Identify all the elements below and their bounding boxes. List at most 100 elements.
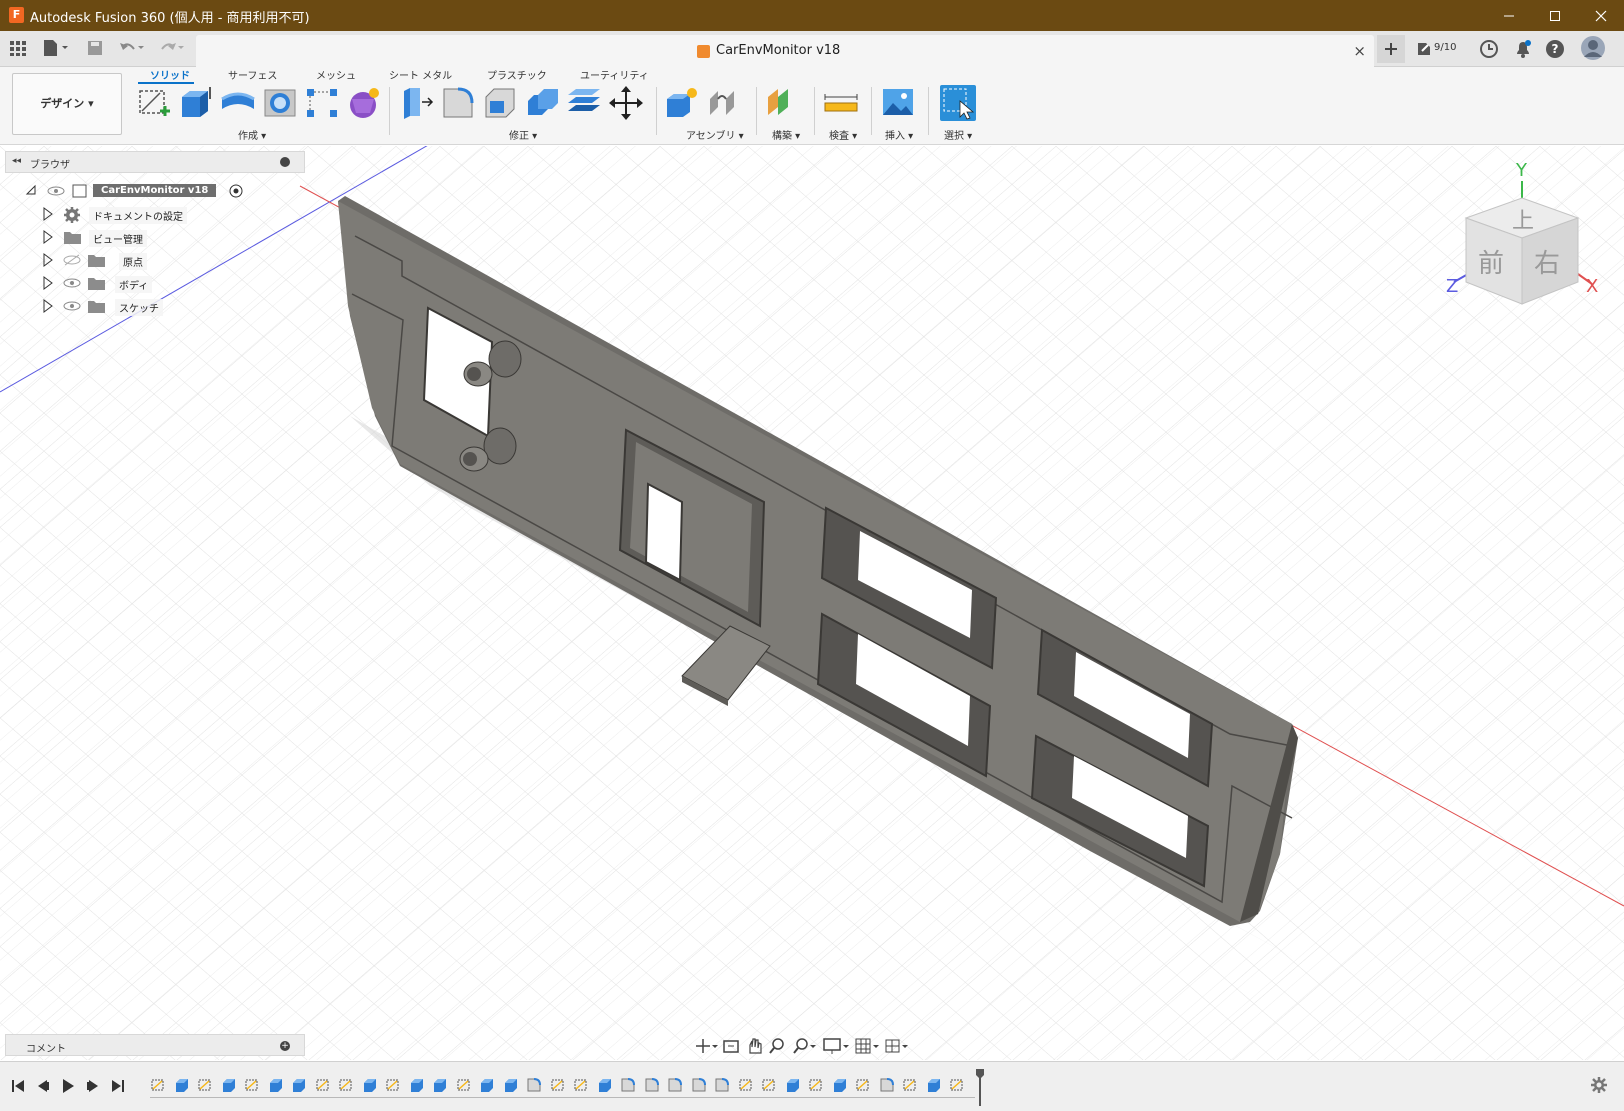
collapse-panel-icon[interactable]: ◂◂ xyxy=(12,156,21,166)
browser-root-node[interactable]: CarEnvMonitor v18 xyxy=(19,181,249,201)
insert-canvas-button[interactable] xyxy=(880,85,916,121)
minimize-panel-icon[interactable] xyxy=(280,157,290,167)
add-comment-icon[interactable]: + xyxy=(280,1041,290,1051)
timeline-feature-extrude[interactable] xyxy=(174,1077,190,1093)
go-to-end-icon[interactable] xyxy=(110,1078,126,1094)
expand-collapse-icon[interactable] xyxy=(25,184,37,196)
data-panel-button[interactable] xyxy=(9,39,27,59)
timeline-feature-extrude[interactable] xyxy=(926,1077,942,1093)
extrude-button[interactable] xyxy=(178,85,214,121)
group-create[interactable]: 作成 ▾ xyxy=(238,127,266,142)
timeline-feature-sketch[interactable] xyxy=(315,1077,331,1093)
timeline-feature-extrude[interactable] xyxy=(432,1077,448,1093)
close-tab-button[interactable]: × xyxy=(1353,42,1366,60)
timeline-feature-fillet[interactable] xyxy=(714,1077,730,1093)
timeline-feature-extrude[interactable] xyxy=(409,1077,425,1093)
redo-button[interactable] xyxy=(158,39,186,59)
timeline-feature-sketch[interactable] xyxy=(197,1077,213,1093)
timeline-feature-sketch[interactable] xyxy=(855,1077,871,1093)
undo-button[interactable] xyxy=(118,39,146,59)
browser-node-sketches[interactable]: スケッチ xyxy=(19,296,249,316)
create-sketch-button[interactable] xyxy=(136,85,172,121)
timeline-feature-sketch[interactable] xyxy=(385,1077,401,1093)
group-inspect[interactable]: 検査 ▾ xyxy=(829,127,857,142)
timeline-marker[interactable] xyxy=(975,1068,985,1106)
tab-utility[interactable]: ユーティリティ xyxy=(580,67,649,82)
group-modify[interactable]: 修正 ▾ xyxy=(509,127,537,142)
timeline-feature-extrude[interactable] xyxy=(597,1077,613,1093)
timeline-feature-sketch[interactable] xyxy=(761,1077,777,1093)
expand-arrow-icon[interactable] xyxy=(41,276,53,290)
eye-icon[interactable] xyxy=(63,300,81,312)
look-at-icon[interactable] xyxy=(723,1040,739,1053)
pattern-button[interactable] xyxy=(304,85,340,121)
tab-solid[interactable]: ソリッド xyxy=(150,67,190,82)
timeline-feature-fillet[interactable] xyxy=(691,1077,707,1093)
browser-node-named-views[interactable]: ビュー管理 xyxy=(19,227,249,247)
timeline-feature-sketch[interactable] xyxy=(902,1077,918,1093)
timeline-settings-gear-icon[interactable] xyxy=(1590,1076,1608,1094)
timeline-feature-sketch[interactable] xyxy=(550,1077,566,1093)
combine-button[interactable] xyxy=(524,85,560,121)
new-tab-button[interactable] xyxy=(1377,35,1405,63)
timeline-feature-sketch[interactable] xyxy=(573,1077,589,1093)
group-select[interactable]: 選択 ▾ xyxy=(944,127,972,142)
timeline-feature-fillet[interactable] xyxy=(644,1077,660,1093)
timeline-feature-sketch[interactable] xyxy=(150,1077,166,1093)
measure-button[interactable] xyxy=(823,85,859,121)
timeline-feature-sketch[interactable] xyxy=(808,1077,824,1093)
timeline-feature-sketch[interactable] xyxy=(338,1077,354,1093)
timeline-feature-fillet[interactable] xyxy=(526,1077,542,1093)
timeline-feature-extrude[interactable] xyxy=(291,1077,307,1093)
viewports-icon[interactable] xyxy=(885,1039,908,1053)
timeline-feature-fillet[interactable] xyxy=(620,1077,636,1093)
timeline-feature-fillet[interactable] xyxy=(667,1077,683,1093)
timeline-feature-sketch[interactable] xyxy=(456,1077,472,1093)
help-button[interactable]: ? xyxy=(1544,35,1566,63)
group-assembly[interactable]: アセンブリ ▾ xyxy=(686,127,744,142)
timeline-feature-sketch[interactable] xyxy=(244,1077,260,1093)
save-button[interactable] xyxy=(86,39,104,59)
eye-hidden-icon[interactable] xyxy=(63,254,81,266)
browser-header[interactable]: ◂◂ ブラウザ xyxy=(5,151,305,173)
shell-button[interactable] xyxy=(482,85,518,121)
timeline-feature-extrude[interactable] xyxy=(268,1077,284,1093)
timeline-feature-extrude[interactable] xyxy=(362,1077,378,1093)
go-to-start-icon[interactable] xyxy=(10,1078,26,1094)
browser-node-origin[interactable]: 原点 xyxy=(19,250,249,270)
document-tab[interactable]: CarEnvMonitor v18 × xyxy=(196,35,1374,67)
comments-panel[interactable]: コメント + xyxy=(5,1034,305,1056)
timeline-feature-sketch[interactable] xyxy=(949,1077,965,1093)
press-pull-button[interactable] xyxy=(398,85,434,121)
revolve-button[interactable] xyxy=(220,85,256,121)
new-component-button[interactable] xyxy=(664,85,700,121)
timeline-feature-sketch[interactable] xyxy=(738,1077,754,1093)
display-settings-icon[interactable] xyxy=(823,1038,849,1054)
close-window-button[interactable] xyxy=(1578,0,1624,31)
eye-icon[interactable] xyxy=(63,277,81,289)
grid-settings-icon[interactable] xyxy=(855,1038,879,1054)
timeline-feature-extrude[interactable] xyxy=(503,1077,519,1093)
activate-radio-icon[interactable] xyxy=(229,184,243,198)
eye-icon[interactable] xyxy=(47,185,65,197)
joint-button[interactable] xyxy=(706,85,742,121)
zoom-icon[interactable] xyxy=(769,1038,784,1054)
timeline-feature-extrude[interactable] xyxy=(221,1077,237,1093)
file-menu-button[interactable] xyxy=(42,39,70,59)
fit-icon[interactable] xyxy=(793,1038,816,1054)
group-construct[interactable]: 構築 ▾ xyxy=(772,127,800,142)
fillet-button[interactable] xyxy=(440,85,476,121)
timeline-feature-extrude[interactable] xyxy=(785,1077,801,1093)
notifications-button[interactable] xyxy=(1512,35,1534,63)
user-profile-button[interactable] xyxy=(1580,35,1608,63)
select-button[interactable] xyxy=(940,85,976,121)
group-insert[interactable]: 挿入 ▾ xyxy=(885,127,913,142)
step-back-icon[interactable] xyxy=(35,1078,51,1094)
hole-button[interactable] xyxy=(262,85,298,121)
tab-plastic[interactable]: プラスチック xyxy=(487,67,547,82)
orbit-icon[interactable] xyxy=(696,1039,718,1053)
minimize-button[interactable] xyxy=(1486,0,1532,31)
workspace-switcher[interactable]: デザイン ▾ xyxy=(12,73,122,135)
timeline-feature-fillet[interactable] xyxy=(879,1077,895,1093)
timeline-feature-extrude[interactable] xyxy=(479,1077,495,1093)
